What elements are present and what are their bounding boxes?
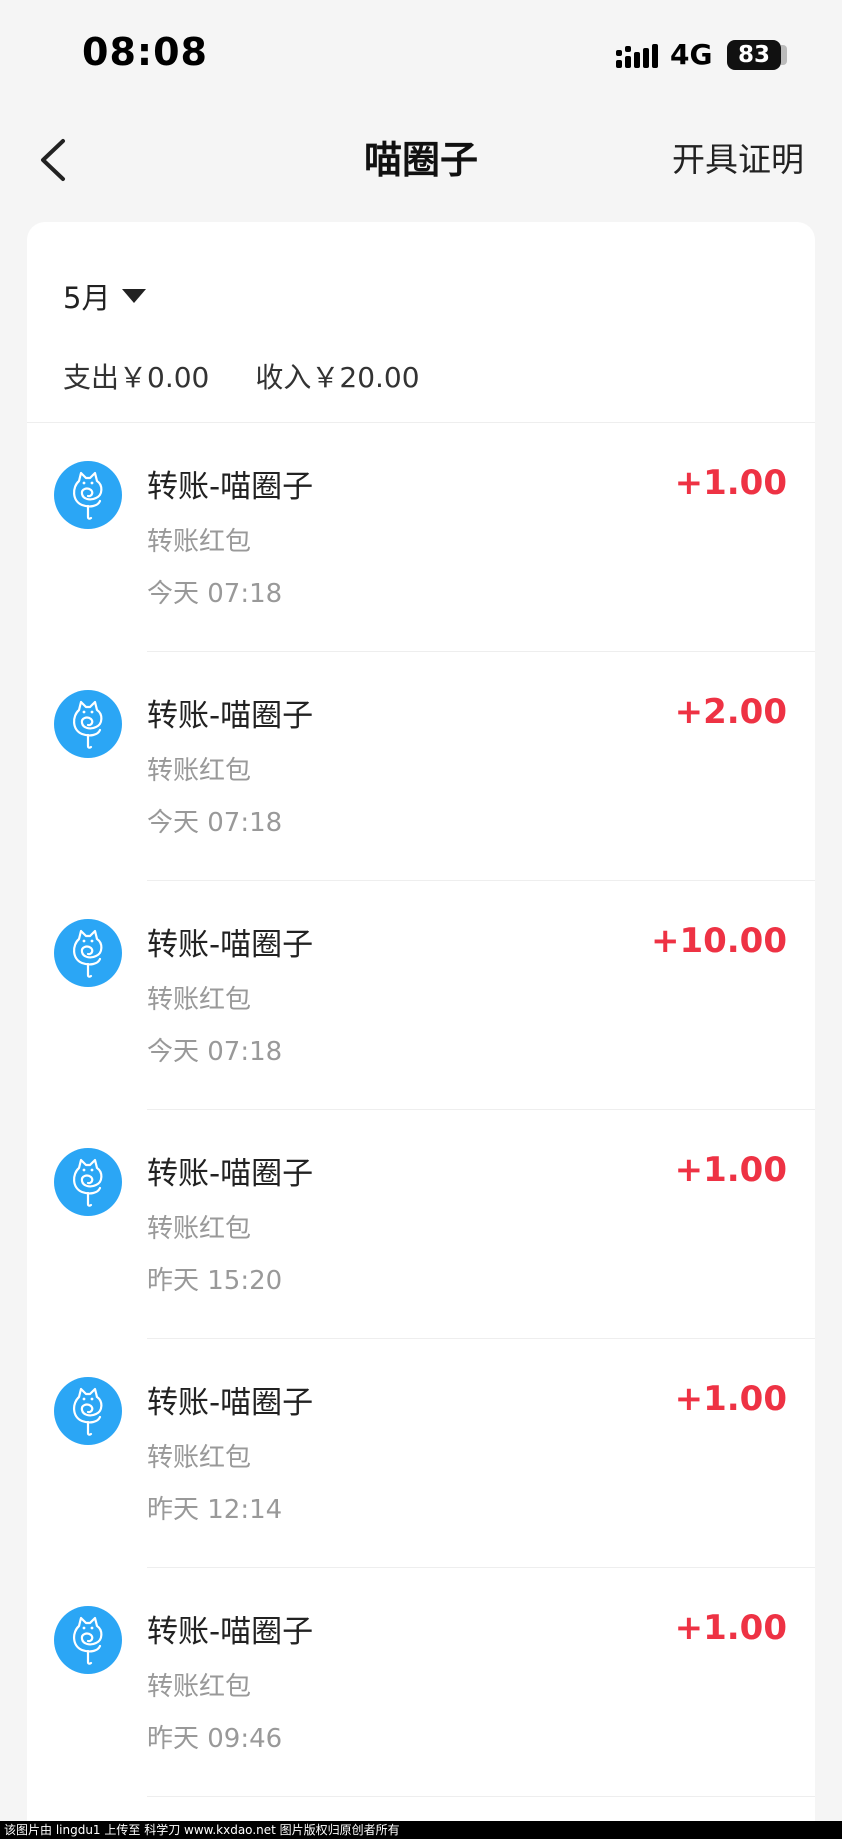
cat-avatar-icon xyxy=(54,1606,122,1674)
bill-card: 5月 支出 ￥0.00 收入 ￥20.00 转账-喵圈子 转账红包 今天 07:… xyxy=(27,222,815,1839)
battery-icon: 83 xyxy=(727,40,787,70)
row-divider xyxy=(147,1796,815,1797)
chevron-left-icon xyxy=(41,139,65,181)
battery-level: 83 xyxy=(737,42,770,68)
cat-avatar-icon xyxy=(54,690,122,758)
cat-avatar-icon xyxy=(54,1148,122,1216)
month-selector[interactable]: 5月 xyxy=(63,274,147,318)
transaction-row[interactable]: 转账-喵圈子 转账红包 昨天 12:14 +1.00 xyxy=(27,1339,815,1568)
transaction-title: 转账-喵圈子 xyxy=(147,698,314,734)
transaction-subtitle: 转账红包 xyxy=(147,1443,252,1473)
back-button[interactable] xyxy=(30,124,74,196)
transaction-subtitle: 转账红包 xyxy=(147,756,252,786)
monthly-summary: 支出 ￥0.00 收入 ￥20.00 xyxy=(63,354,466,398)
transaction-title: 转账-喵圈子 xyxy=(147,1385,314,1421)
transaction-row[interactable]: 转账-喵圈子 转账红包 今天 07:18 +10.00 xyxy=(27,881,815,1110)
transaction-row[interactable]: 转账-喵圈子 转账红包 今天 07:18 +2.00 xyxy=(27,652,815,881)
cat-avatar-icon xyxy=(54,461,122,529)
transaction-subtitle: 转账红包 xyxy=(147,527,252,557)
income-value: ￥20.00 xyxy=(311,361,420,394)
transaction-time: 今天 07:18 xyxy=(147,1037,283,1067)
transaction-row[interactable]: 转账-喵圈子 转账红包 昨天 09:46 +1.00 xyxy=(27,1568,815,1797)
page: 08:08 4G 83 喵圈子 开具证明 5月 支出 ￥0.00 收入 ￥20.… xyxy=(0,0,842,1839)
transaction-row[interactable]: 转账-喵圈子 转账红包 今天 07:18 +1.00 xyxy=(27,423,815,652)
signal-icon xyxy=(616,44,658,68)
transaction-title: 转账-喵圈子 xyxy=(147,1614,314,1650)
transaction-row[interactable]: 转账-喵圈子 转账红包 昨天 15:20 +1.00 xyxy=(27,1110,815,1339)
transaction-amount: +2.00 xyxy=(674,692,787,732)
transaction-amount: +1.00 xyxy=(674,1608,787,1648)
transaction-list: 转账-喵圈子 转账红包 今天 07:18 +1.00 转账-喵圈子 转账红包 今… xyxy=(27,423,815,1797)
transaction-amount: +1.00 xyxy=(674,1150,787,1190)
transaction-time: 昨天 12:14 xyxy=(147,1495,283,1525)
transaction-title: 转账-喵圈子 xyxy=(147,927,314,963)
transaction-subtitle: 转账红包 xyxy=(147,1214,252,1244)
nav-header: 喵圈子 开具证明 xyxy=(0,110,842,210)
transaction-amount: +1.00 xyxy=(674,1379,787,1419)
cat-avatar-icon xyxy=(54,1377,122,1445)
status-time: 08:08 xyxy=(82,30,208,74)
expense-summary: 支出 ￥0.00 xyxy=(63,356,209,396)
caret-down-icon xyxy=(122,289,147,303)
transaction-time: 昨天 15:20 xyxy=(147,1266,283,1296)
transaction-title: 转账-喵圈子 xyxy=(147,1156,314,1192)
expense-label: 支出 xyxy=(63,361,120,394)
expense-value: ￥0.00 xyxy=(119,361,210,394)
cat-avatar-icon xyxy=(54,919,122,987)
transaction-subtitle: 转账红包 xyxy=(147,985,252,1015)
transaction-time: 今天 07:18 xyxy=(147,808,283,838)
transaction-amount: +1.00 xyxy=(674,463,787,503)
transaction-title: 转账-喵圈子 xyxy=(147,469,314,505)
transaction-time: 昨天 09:46 xyxy=(147,1724,283,1754)
status-bar: 08:08 4G 83 xyxy=(0,0,842,110)
issue-certificate-button[interactable]: 开具证明 xyxy=(672,110,804,210)
transaction-amount: +10.00 xyxy=(650,921,787,961)
income-label: 收入 xyxy=(255,361,312,394)
month-label: 5月 xyxy=(63,281,111,315)
transaction-subtitle: 转账红包 xyxy=(147,1672,252,1702)
income-summary: 收入 ￥20.00 xyxy=(255,356,419,396)
watermark-text: 该图片由 lingdu1 上传至 科学刀 www.kxdao.net 图片版权归… xyxy=(0,1821,842,1839)
network-label: 4G xyxy=(670,38,713,71)
transaction-time: 今天 07:18 xyxy=(147,579,283,609)
